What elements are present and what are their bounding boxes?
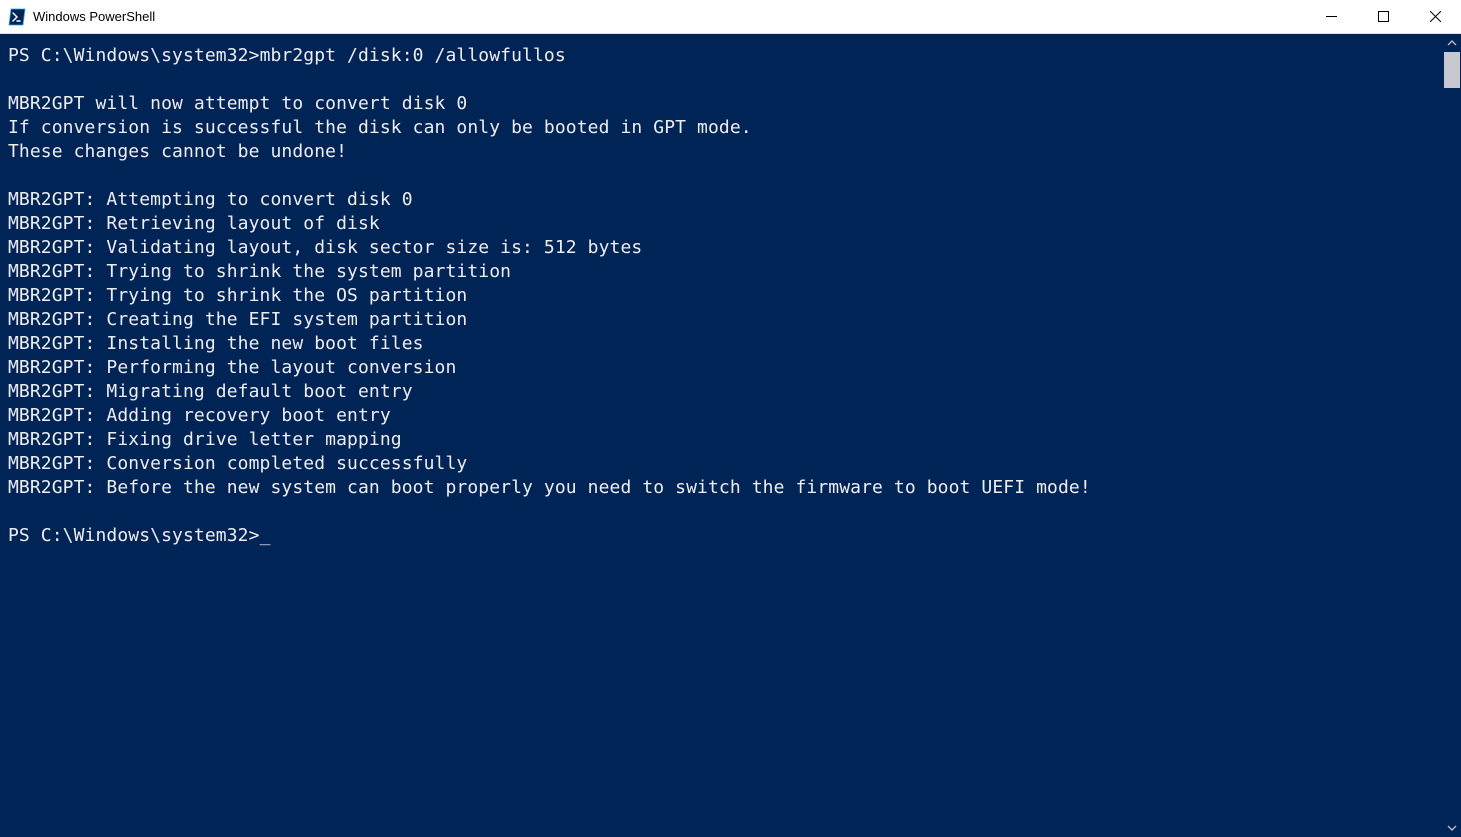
- close-button[interactable]: [1409, 0, 1461, 33]
- terminal-container: PS C:\Windows\system32>mbr2gpt /disk:0 /…: [0, 34, 1461, 837]
- vertical-scrollbar[interactable]: [1443, 34, 1461, 837]
- scroll-up-arrow-icon[interactable]: [1443, 34, 1461, 52]
- output-lines: MBR2GPT will now attempt to convert disk…: [8, 93, 1091, 498]
- powershell-icon: [8, 8, 26, 26]
- scrollbar-thumb[interactable]: [1444, 52, 1460, 88]
- command-text: mbr2gpt /disk:0 /allowfullos: [260, 45, 566, 66]
- window-titlebar[interactable]: Windows PowerShell: [0, 0, 1461, 34]
- titlebar-left: Windows PowerShell: [8, 8, 155, 26]
- cursor: _: [260, 524, 271, 548]
- window-controls: [1305, 0, 1461, 33]
- scrollbar-track[interactable]: [1443, 52, 1461, 819]
- minimize-button[interactable]: [1305, 0, 1357, 33]
- terminal-output[interactable]: PS C:\Windows\system32>mbr2gpt /disk:0 /…: [0, 34, 1443, 837]
- scroll-down-arrow-icon[interactable]: [1443, 819, 1461, 837]
- prompt: PS C:\Windows\system32>: [8, 45, 260, 66]
- maximize-button[interactable]: [1357, 0, 1409, 33]
- window-title: Windows PowerShell: [33, 9, 155, 24]
- prompt: PS C:\Windows\system32>: [8, 525, 260, 546]
